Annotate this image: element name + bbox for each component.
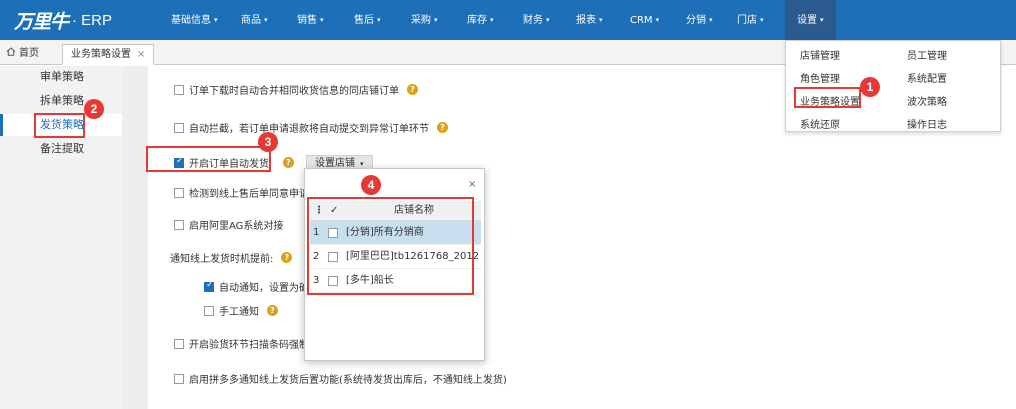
chevron-down-icon: ▾: [709, 16, 713, 24]
tab-label: 业务策略设置: [71, 49, 131, 60]
checkbox[interactable]: [174, 187, 184, 198]
help-icon[interactable]: ?: [437, 122, 448, 133]
chevron-down-icon: ▾: [434, 16, 438, 24]
nav-item-purchase[interactable]: 采购 ▾: [411, 0, 438, 40]
chevron-down-icon: ▾: [546, 16, 550, 24]
option-label: 手工通知: [219, 307, 259, 318]
option-manual-notify[interactable]: 手工通知 ?: [204, 303, 278, 318]
nav-item-label: 销售: [297, 15, 317, 26]
chevron-down-icon: ▾: [320, 16, 324, 24]
sidebar-item-review[interactable]: 审单策略: [0, 66, 122, 88]
highlight-box-menu-item: [794, 87, 861, 108]
highlight-box-shop-table: [307, 197, 474, 295]
chevron-down-icon: ▾: [264, 16, 268, 24]
chevron-down-icon: ▾: [214, 16, 218, 24]
nav-item-label: 财务: [523, 15, 543, 26]
option-alibaba-ag[interactable]: 启用阿里AG系统对接: [174, 217, 283, 232]
option-label: 启用拼多多通知线上发货后置功能(系统待发货出库后，不通知线上发货): [189, 375, 507, 386]
option-pdd-notify[interactable]: 启用拼多多通知线上发货后置功能(系统待发货出库后，不通知线上发货): [174, 371, 507, 386]
nav-item-stores[interactable]: 门店 ▾: [737, 0, 764, 40]
menu-item-staff-management[interactable]: 员工管理: [907, 47, 947, 62]
nav-item-products[interactable]: 商品 ▾: [241, 0, 268, 40]
option-detect-refund[interactable]: 检测到线上售后单同意申请后: [174, 185, 319, 200]
option-label: 订单下载时自动合并相同收货信息的同店铺订单: [189, 86, 399, 97]
nav-item-label: 分销: [686, 15, 706, 26]
menu-item-shop-management[interactable]: 店铺管理: [800, 47, 840, 62]
sidebar-item-notes[interactable]: 备注提取: [0, 138, 122, 160]
top-nav-bar: 万里牛 · ERP 基础信息 ▾ 商品 ▾ 销售 ▾ 售后 ▾ 采购 ▾ 库存 ▾ 财务 ▾ …: [0, 0, 1016, 40]
chevron-down-icon: ▾: [760, 16, 764, 24]
option-auto-notify[interactable]: 自动通知，设置为确: [204, 279, 309, 294]
nav-item-crm[interactable]: CRM ▾: [630, 0, 659, 40]
checkbox[interactable]: [174, 219, 184, 230]
menu-item-role-management[interactable]: 角色管理: [800, 70, 840, 85]
option-label: 自动拦截，若订单申请退款将自动提交到异常订单环节: [189, 124, 429, 135]
nav-item-settings[interactable]: 设置 ▾: [785, 0, 836, 40]
annotation-badge: 1: [860, 77, 880, 97]
option-scan-barcode[interactable]: 开启验货环节扫描条码强制提: [174, 336, 319, 351]
menu-item-operation-log[interactable]: 操作日志: [907, 116, 947, 131]
annotation-badge: 4: [361, 175, 381, 195]
option-auto-intercept[interactable]: 自动拦截，若订单申请退款将自动提交到异常订单环节 ?: [174, 120, 448, 135]
tab-home[interactable]: 首页: [6, 44, 39, 65]
nav-item-label: 设置: [797, 15, 817, 26]
home-icon: [6, 44, 16, 63]
help-icon[interactable]: ?: [281, 252, 293, 263]
highlight-box-auto-ship: [146, 146, 271, 172]
checkbox[interactable]: [174, 373, 184, 384]
chevron-down-icon: ▾: [490, 16, 494, 24]
menu-item-wave-strategy[interactable]: 波次策略: [907, 93, 947, 108]
nav-item-label: CRM: [630, 15, 653, 26]
option-merge-orders[interactable]: 订单下载时自动合并相同收货信息的同店铺订单 ?: [174, 82, 418, 97]
brand-product: · ERP: [72, 11, 113, 29]
brand-mark: 万里牛: [14, 10, 69, 33]
checkbox-checked[interactable]: [204, 280, 214, 292]
nav-item-label: 报表: [576, 15, 596, 26]
settings-dropdown-menu: 店铺管理 员工管理 角色管理 系统配置 业务策略设置 波次策略 系统还原 操作日…: [785, 40, 1001, 132]
chevron-down-icon: ▾: [820, 16, 824, 24]
help-icon[interactable]: ?: [283, 157, 294, 168]
chevron-down-icon: ▾: [655, 16, 660, 24]
tab-business-strategy[interactable]: 业务策略设置 ×: [62, 44, 155, 65]
annotation-badge: 3: [258, 132, 278, 152]
close-icon[interactable]: ×: [137, 49, 145, 60]
option-label: 检测到线上售后单同意申请后: [189, 189, 319, 200]
nav-item-label: 售后: [354, 15, 374, 26]
nav-item-label: 基础信息: [171, 15, 211, 26]
menu-item-system-config[interactable]: 系统配置: [907, 70, 947, 85]
option-label: 启用阿里AG系统对接: [189, 221, 284, 232]
tab-label: 首页: [19, 48, 39, 59]
checkbox[interactable]: [174, 122, 184, 133]
nav-item-label: 库存: [467, 15, 487, 26]
checkbox[interactable]: [174, 338, 184, 349]
checkbox[interactable]: [204, 305, 214, 316]
nav-item-finance[interactable]: 财务 ▾: [523, 0, 550, 40]
close-icon[interactable]: ×: [468, 179, 476, 190]
chevron-down-icon: ▾: [599, 16, 603, 24]
chevron-down-icon: ▾: [360, 160, 364, 168]
option-label: 自动通知，设置为确: [219, 283, 309, 294]
menu-item-system-restore[interactable]: 系统还原: [800, 116, 840, 131]
help-icon[interactable]: ?: [267, 305, 278, 316]
checkbox[interactable]: [174, 84, 184, 95]
nav-item-inventory[interactable]: 库存 ▾: [467, 0, 494, 40]
nav-item-label: 门店: [737, 15, 757, 26]
nav-item-reports[interactable]: 报表 ▾: [576, 0, 603, 40]
nav-item-distribution[interactable]: 分销 ▾: [686, 0, 713, 40]
option-label: 开启验货环节扫描条码强制提: [189, 340, 319, 351]
chevron-down-icon: ▾: [377, 16, 381, 24]
nav-item-label: 采购: [411, 15, 431, 26]
nav-item-sales[interactable]: 销售 ▾: [297, 0, 324, 40]
brand-logo[interactable]: 万里牛 · ERP: [14, 6, 112, 34]
annotation-badge: 2: [84, 99, 104, 119]
notify-timing-label: 通知线上发货时机提前:: [170, 254, 274, 265]
nav-item-label: 商品: [241, 15, 261, 26]
highlight-box-sidebar: [34, 113, 85, 138]
nav-item-basic-info[interactable]: 基础信息 ▾: [171, 0, 218, 40]
help-icon[interactable]: ?: [407, 84, 418, 95]
nav-item-after-sales[interactable]: 售后 ▾: [354, 0, 381, 40]
notify-timing-row: 通知线上发货时机提前: ?: [170, 250, 293, 265]
